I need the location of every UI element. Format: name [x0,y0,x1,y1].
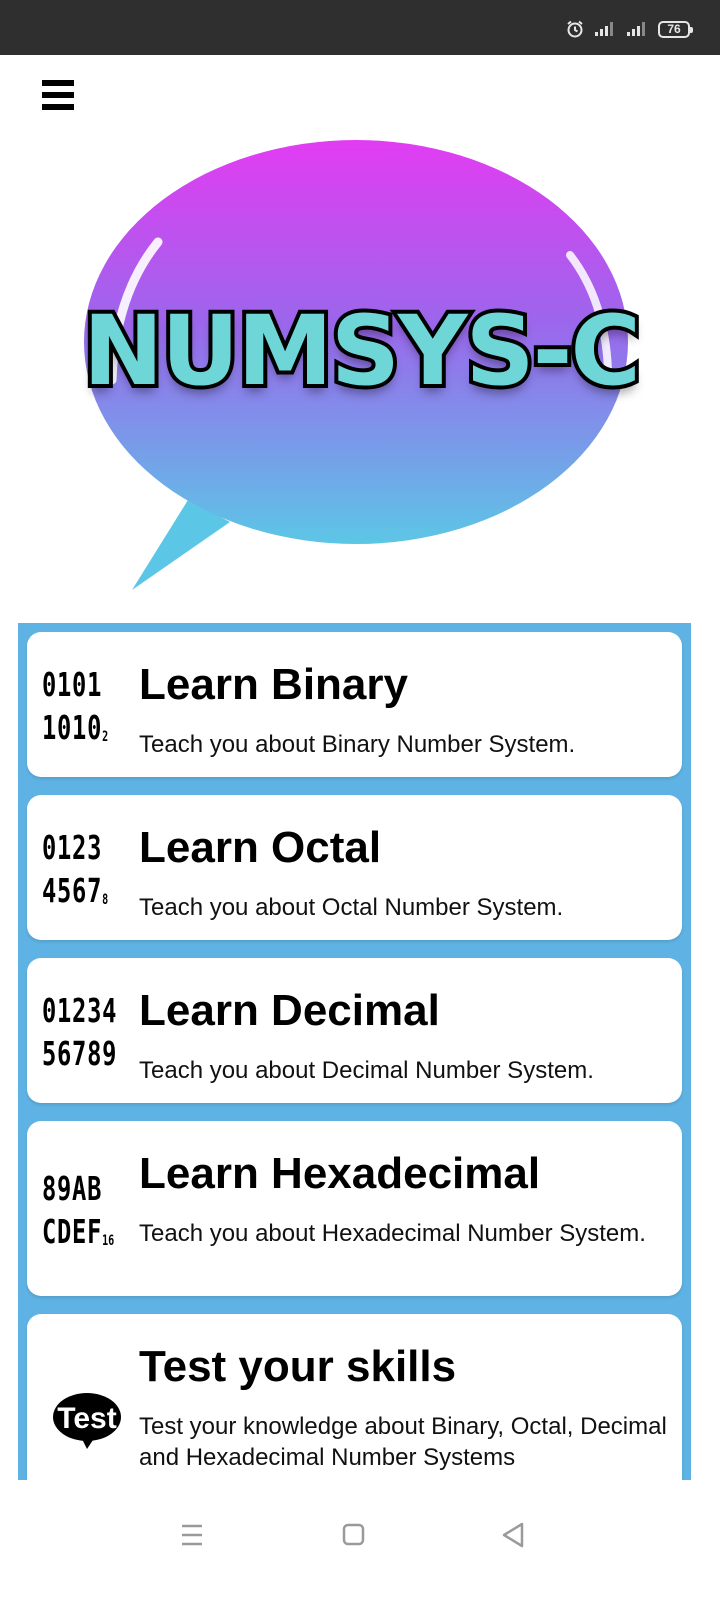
icon-line: 56789 [42,1034,118,1073]
card-title: Learn Decimal [139,986,440,1035]
system-nav-bar [0,1480,720,1600]
icon-subscript: 16 [102,1233,115,1249]
home-icon[interactable] [334,1518,374,1552]
icon-subscript: 8 [102,892,109,908]
card-title: Learn Binary [139,660,408,709]
card-learn-octal[interactable]: 0123 45678 Learn Octal Teach you about O… [27,795,682,940]
back-icon[interactable] [494,1518,534,1552]
app-logo: NUMSYS-C [20,130,700,600]
alarm-icon [567,20,583,38]
icon-line: 01234 [42,991,118,1030]
card-description: Test your knowledge about Binary, Octal,… [139,1413,667,1471]
decimal-icon: 01234 56789 [42,989,118,1075]
test-icon-label: Test [57,1402,116,1435]
card-description: Teach you about Binary Number System. [139,731,576,758]
card-description: Teach you about Decimal Number System. [139,1057,594,1084]
icon-line: 1010 [42,708,103,747]
card-title: Learn Octal [139,823,382,872]
logo-text: NUMSYS-C [79,291,645,411]
signal-icon [595,22,613,36]
card-learn-decimal[interactable]: 01234 56789 Learn Decimal Teach you abou… [27,958,682,1103]
battery-icon: 76 [658,20,693,38]
signal-icon [627,22,645,36]
card-title: Learn Hexadecimal [139,1149,541,1198]
icon-line: 0123 [42,828,103,867]
octal-icon: 0123 45678 [42,826,108,922]
card-test-your-skills[interactable]: Test Test your skills Test your knowledg… [27,1314,682,1480]
icon-subscript: 2 [102,729,109,745]
status-icons: 76 [566,20,693,38]
icon-line: 4567 [42,871,103,910]
topic-list: 0101 10102 Learn Binary Teach you about … [18,623,691,1480]
status-bar: 76 [0,0,720,55]
hexadecimal-icon: 89AB CDEF16 [42,1167,114,1263]
card-learn-binary[interactable]: 0101 10102 Learn Binary Teach you about … [27,632,682,777]
battery-level: 76 [667,21,681,36]
test-bubble-icon: Test [51,1389,123,1451]
recent-apps-icon[interactable] [172,1518,212,1552]
card-title: Test your skills [139,1342,457,1391]
card-learn-hexadecimal[interactable]: 89AB CDEF16 Learn Hexadecimal Teach you … [27,1121,682,1296]
icon-line: 0101 [42,665,103,704]
icon-line: CDEF [42,1212,103,1251]
card-description: Teach you about Hexadecimal Number Syste… [139,1220,646,1247]
card-description: Teach you about Octal Number System. [139,894,564,921]
binary-icon: 0101 10102 [42,663,108,759]
hamburger-menu-icon[interactable] [42,80,76,114]
icon-line: 89AB [42,1169,103,1208]
